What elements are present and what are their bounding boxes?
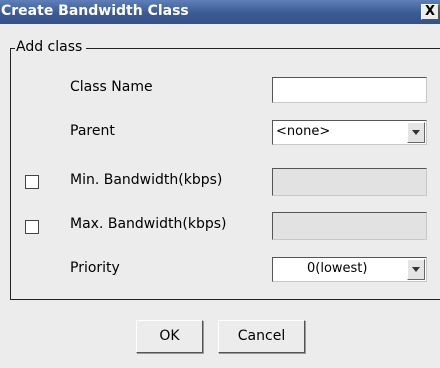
priority-label: Priority xyxy=(70,260,120,276)
group-legend: Add class xyxy=(15,38,87,56)
ok-button[interactable]: OK xyxy=(136,320,203,353)
cancel-button[interactable]: Cancel xyxy=(218,320,305,353)
close-button[interactable]: X xyxy=(421,4,439,20)
class-name-input[interactable] xyxy=(272,77,427,103)
chevron-down-icon[interactable] xyxy=(407,259,425,280)
parent-selected-value: <none> xyxy=(276,124,331,139)
window-title: Create Bandwidth Class xyxy=(1,3,189,19)
class-name-label: Class Name xyxy=(70,79,153,95)
min-bandwidth-input[interactable] xyxy=(272,168,427,196)
title-bar[interactable]: Create Bandwidth Class X xyxy=(0,0,440,24)
priority-dropdown[interactable]: 0(lowest) xyxy=(272,257,427,282)
max-bandwidth-checkbox[interactable] xyxy=(25,220,39,234)
chevron-down-icon[interactable] xyxy=(407,122,425,143)
close-icon: X xyxy=(424,4,436,19)
priority-selected-value: 0(lowest) xyxy=(307,261,368,276)
parent-dropdown[interactable]: <none> xyxy=(272,120,427,145)
max-bandwidth-input[interactable] xyxy=(272,212,427,240)
parent-label: Parent xyxy=(70,123,115,139)
min-bandwidth-checkbox[interactable] xyxy=(25,175,39,189)
min-bandwidth-label: Min. Bandwidth(kbps) xyxy=(70,172,223,188)
max-bandwidth-label: Max. Bandwidth(kbps) xyxy=(70,216,227,232)
